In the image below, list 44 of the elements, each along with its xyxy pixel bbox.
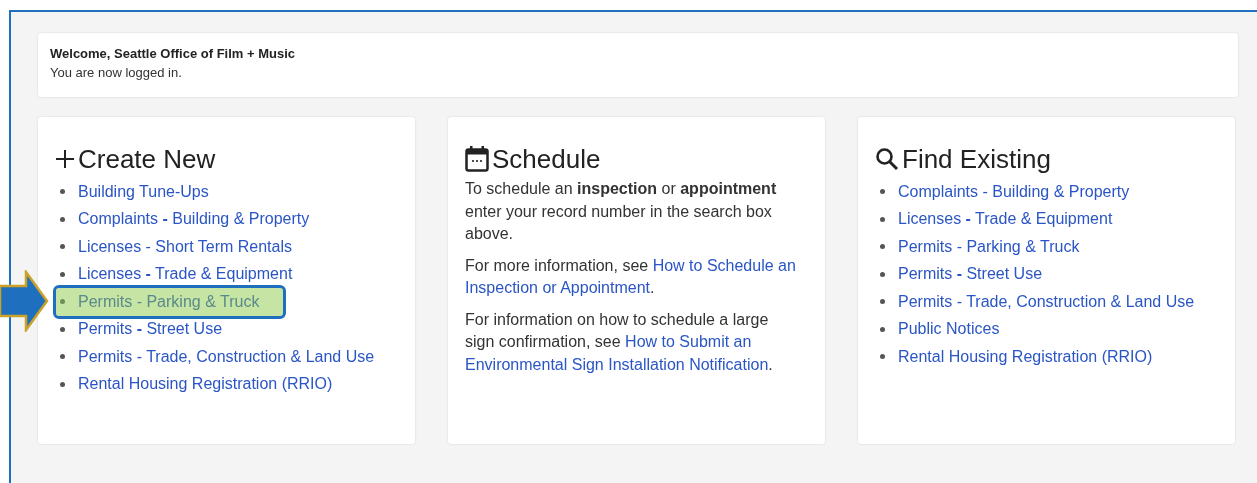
bullet-icon bbox=[880, 244, 885, 250]
link[interactable]: Permits - Trade, Construction & Land Use bbox=[78, 346, 375, 367]
link[interactable]: Environmental Sign Installation Notification bbox=[465, 355, 769, 373]
link[interactable]: How to Submit an bbox=[625, 333, 752, 350]
link[interactable]: Licenses - Short Term Rentals bbox=[78, 236, 292, 257]
bullet-icon bbox=[60, 299, 65, 305]
login-status-text: You are now logged in. bbox=[50, 64, 182, 82]
bullet-icon bbox=[880, 216, 885, 222]
plus-icon bbox=[55, 149, 75, 169]
link[interactable]: Rental Housing Registration (RRIO) bbox=[78, 374, 333, 395]
link[interactable]: Inspection or Appointment bbox=[465, 279, 650, 296]
welcome-title: Welcome, Seattle Office of Film + Music bbox=[50, 45, 296, 63]
card-heading: Find Existing bbox=[902, 144, 1051, 174]
link[interactable]: Rental Housing Registration (RRIO) bbox=[898, 346, 1153, 367]
bullet-icon bbox=[880, 189, 885, 195]
link[interactable]: Permits - Street Use bbox=[78, 319, 223, 340]
bullet-icon bbox=[60, 354, 65, 360]
search-icon bbox=[875, 147, 899, 171]
link[interactable]: How to Schedule an bbox=[652, 256, 796, 274]
bullet-icon bbox=[60, 326, 65, 332]
paragraph: To schedule an inspection or appointment enter your record number in the search box above. bbox=[465, 179, 778, 244]
link[interactable]: Permits - Parking & Truck bbox=[898, 236, 1080, 257]
paragraph: For information on how to schedule a large sign confirmation, see How to Submit an Environmental Sign Installation Notification. bbox=[465, 309, 774, 375]
paragraph: For more information, see How to Schedule an Inspection or Appointment. bbox=[465, 255, 797, 298]
card-heading: Create New bbox=[78, 144, 216, 174]
bullet-icon bbox=[60, 216, 65, 222]
link[interactable]: Licenses - Trade & Equipment bbox=[78, 264, 293, 285]
calendar-icon bbox=[465, 146, 489, 172]
link[interactable]: Permits - Street Use bbox=[898, 264, 1043, 285]
bullet-icon bbox=[60, 244, 65, 250]
bullet-icon bbox=[60, 189, 65, 195]
bullet-icon bbox=[880, 299, 885, 305]
link[interactable]: Permits - Trade, Construction & Land Use bbox=[898, 291, 1195, 312]
link[interactable]: Complaints - Building & Property bbox=[898, 181, 1130, 202]
card-heading: Schedule bbox=[492, 144, 601, 174]
link[interactable]: Building Tune-Ups bbox=[78, 181, 209, 202]
bullet-icon bbox=[880, 354, 885, 360]
bullet-icon bbox=[60, 381, 65, 387]
link[interactable]: Licenses - Trade & Equipment bbox=[898, 209, 1113, 230]
bullet-icon bbox=[880, 326, 885, 332]
bullet-icon bbox=[60, 271, 65, 277]
bullet-icon bbox=[880, 271, 885, 277]
link[interactable]: Complaints - Building & Property bbox=[78, 209, 310, 230]
link[interactable]: Public Notices bbox=[898, 319, 1000, 340]
